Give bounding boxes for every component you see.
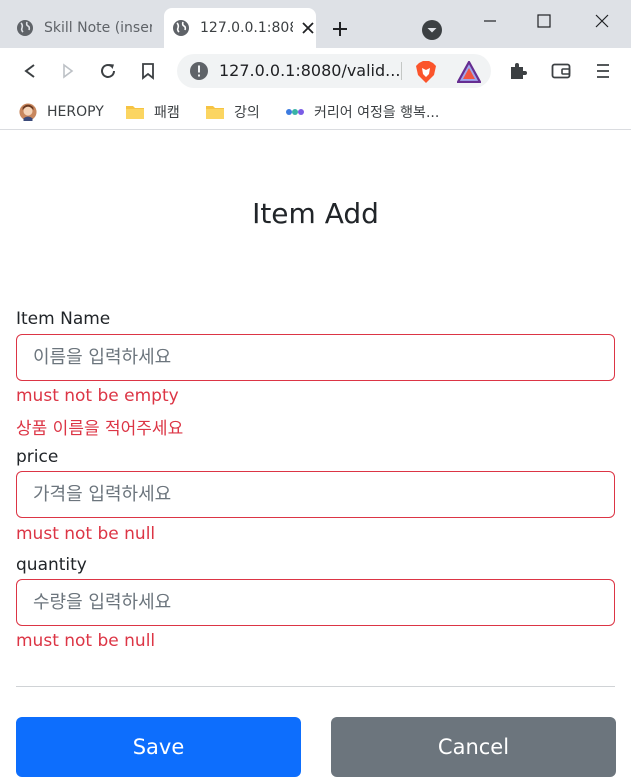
- globe-icon: [17, 20, 33, 36]
- globe-icon: [173, 20, 189, 36]
- wallet-button[interactable]: [549, 59, 573, 83]
- item-name-label: Item Name: [16, 309, 111, 329]
- price-input[interactable]: [16, 471, 615, 518]
- reload-button[interactable]: [96, 59, 120, 83]
- bookmark-heropy[interactable]: HEROPY: [18, 100, 104, 124]
- tab-strip: Skill Note (insert… 127.0.0.1:8080/vali: [0, 0, 631, 48]
- dots-icon: [286, 109, 304, 115]
- quantity-error: must not be null: [16, 631, 156, 651]
- menu-button[interactable]: [591, 59, 615, 83]
- close-icon: [595, 14, 609, 28]
- price-label: price: [16, 447, 59, 467]
- bat-rewards-icon[interactable]: [457, 61, 481, 83]
- save-button[interactable]: Save: [16, 717, 301, 777]
- reload-icon: [101, 63, 115, 78]
- address-divider: [401, 62, 402, 80]
- folder-icon: [206, 106, 224, 119]
- hamburger-icon: [597, 64, 609, 78]
- item-name-error: 상품 이름을 적어주세요: [16, 419, 184, 439]
- page-title: Item Add: [252, 197, 379, 230]
- close-window-button[interactable]: [582, 6, 622, 36]
- tab-title: 127.0.0.1:8080/vali: [200, 20, 293, 36]
- maximize-icon: [537, 14, 551, 28]
- avatar-icon: [19, 103, 37, 121]
- new-tab-button[interactable]: [328, 17, 352, 41]
- tab-title: Skill Note (insert…: [44, 20, 152, 36]
- bookmark-label: HEROPY: [47, 104, 104, 120]
- bookmark-icon: [142, 63, 154, 80]
- maximize-button[interactable]: [524, 6, 564, 36]
- tab-close-icon[interactable]: [299, 19, 316, 37]
- quantity-label: quantity: [16, 555, 87, 575]
- cancel-button[interactable]: Cancel: [331, 717, 616, 777]
- info-icon[interactable]: [189, 61, 209, 81]
- bookmarks-bar: HEROPY 패캠 강의 커리어 여정을 행복...: [0, 94, 631, 130]
- back-button[interactable]: [18, 59, 42, 83]
- form-divider: [16, 686, 615, 687]
- chevron-down-circle-icon: [422, 20, 442, 40]
- bookmark-career[interactable]: 커리어 여정을 행복...: [285, 100, 439, 124]
- address-url[interactable]: 127.0.0.1:8080/valid...: [219, 54, 399, 88]
- folder-icon: [126, 106, 144, 119]
- forward-arrow-icon: [63, 63, 74, 79]
- bookmark-label: 패캠: [154, 105, 180, 121]
- page-content: Item Add Item Name must not be empty 상품 …: [0, 131, 631, 780]
- bookmark-label: 강의: [234, 105, 260, 121]
- address-bar[interactable]: 127.0.0.1:8080/valid...: [177, 54, 491, 88]
- forward-button[interactable]: [56, 59, 80, 83]
- bookmark-folder-패캠[interactable]: 패캠: [125, 100, 180, 124]
- extensions-button[interactable]: [506, 59, 530, 83]
- bookmark-button[interactable]: [136, 59, 160, 83]
- quantity-input[interactable]: [16, 579, 615, 626]
- wallet-icon: [551, 63, 571, 79]
- tab-skill-note[interactable]: Skill Note (insert…: [8, 8, 160, 48]
- minimize-button[interactable]: [470, 6, 510, 36]
- puzzle-icon: [511, 63, 527, 79]
- minimize-icon: [484, 20, 496, 22]
- tab-search-button[interactable]: [421, 19, 443, 41]
- tab-localhost[interactable]: 127.0.0.1:8080/vali: [164, 8, 316, 48]
- bookmark-folder-강의[interactable]: 강의: [205, 100, 260, 124]
- item-name-error: must not be empty: [16, 386, 179, 406]
- bookmark-label: 커리어 여정을 행복...: [314, 105, 440, 121]
- brave-shield-icon[interactable]: [415, 60, 437, 84]
- back-arrow-icon: [24, 64, 35, 78]
- plus-icon: [333, 22, 347, 36]
- price-error: must not be null: [16, 524, 156, 544]
- item-name-input[interactable]: [16, 334, 615, 381]
- browser-toolbar: 127.0.0.1:8080/valid...: [0, 48, 631, 94]
